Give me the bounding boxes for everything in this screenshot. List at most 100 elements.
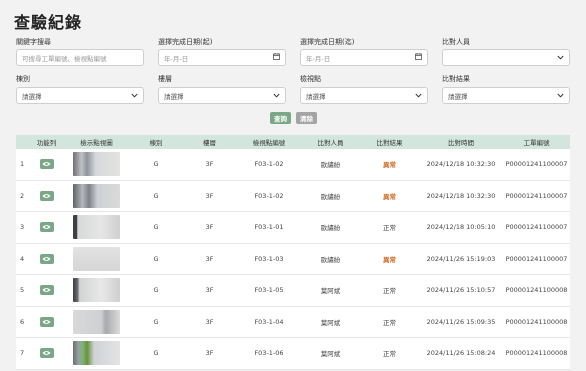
chevron-down-icon <box>415 92 422 100</box>
checkpoint-thumbnail[interactable] <box>73 215 120 240</box>
cell-building: G <box>153 349 159 358</box>
cell-time: 2024/11/26 15:09:35 <box>426 317 496 326</box>
col-header-view: 檢示點視圖 <box>80 139 113 147</box>
date-end-placeholder: 年-月-日 <box>306 54 331 63</box>
cell-result: 正常 <box>383 224 396 233</box>
cell-building: G <box>153 254 159 263</box>
keyword-label: 關鍵字搜尋 <box>16 38 51 46</box>
search-button[interactable]: 查詢 <box>270 112 291 124</box>
clear-button[interactable]: 清除 <box>296 112 317 124</box>
col-header-result: 比對結果 <box>376 139 403 147</box>
checkpoint-thumbnail[interactable] <box>73 278 120 303</box>
cell-result: 正常 <box>383 318 396 327</box>
row-index: 5 <box>20 286 25 295</box>
cell-person: 葉阿斌 <box>320 350 341 359</box>
cell-time: 2024/12/18 10:32:30 <box>426 160 496 169</box>
person-select[interactable] <box>442 49 570 66</box>
cell-order: P00001241100008 <box>505 286 568 295</box>
floor-label: 樓層 <box>158 75 172 83</box>
col-header-floor: 樓層 <box>203 139 216 147</box>
date-end-label: 選擇完成日期(迄) <box>300 38 355 46</box>
eye-icon[interactable] <box>39 159 54 170</box>
date-start-label: 選擇完成日期(起) <box>158 38 213 46</box>
cell-checkpoint: F03-1-02 <box>254 191 284 200</box>
floor-value: 請選擇 <box>164 92 184 101</box>
cell-result: 異常 <box>383 161 396 170</box>
cell-building: G <box>153 286 159 295</box>
cell-floor: 3F <box>205 349 214 358</box>
keyword-input[interactable]: 可搜尋工單編號、檢視點編號 <box>16 49 144 66</box>
cell-checkpoint: F03-1-06 <box>254 349 284 358</box>
floor-select[interactable]: 請選擇 <box>158 87 286 104</box>
cell-order: P00001241100007 <box>505 191 568 200</box>
cell-result: 正常 <box>383 287 396 296</box>
col-header-building: 棟別 <box>149 139 163 147</box>
cell-floor: 3F <box>205 160 214 169</box>
eye-icon[interactable] <box>39 316 54 327</box>
cell-person: 歐繡紛 <box>320 161 341 170</box>
table-row: 4 G 3F F03-1-03 歐繡紛 異常 2024/11/26 15:19:… <box>16 243 570 275</box>
cell-floor: 3F <box>205 191 214 200</box>
cell-person: 葉阿斌 <box>320 287 341 296</box>
row-index: 1 <box>20 160 25 169</box>
calendar-icon[interactable] <box>415 53 422 62</box>
cell-result: 正常 <box>383 350 396 359</box>
table-header: 功能列 檢示點視圖 棟別 樓層 檢視點編號 比對人員 比對結果 比對時間 工單編… <box>16 135 570 149</box>
building-label: 棟別 <box>16 75 30 83</box>
building-select[interactable]: 請選擇 <box>16 87 144 104</box>
checkpoint-select[interactable]: 請選擇 <box>300 87 428 104</box>
checkpoint-thumbnail[interactable] <box>73 309 120 334</box>
table-row: 6 G 3F F03-1-04 葉阿斌 正常 2024/11/26 15:09:… <box>16 306 570 338</box>
table-row: 2 G 3F F03-1-02 歐繡紛 異常 2024/12/18 10:32:… <box>16 180 570 212</box>
chevron-down-icon <box>131 92 138 100</box>
chevron-down-icon <box>273 92 280 100</box>
date-start-input[interactable]: 年-月-日 <box>158 49 286 66</box>
col-header-order: 工單編號 <box>523 139 550 147</box>
eye-icon[interactable] <box>39 190 54 201</box>
eye-icon[interactable] <box>39 222 54 233</box>
eye-icon[interactable] <box>39 348 54 359</box>
cell-floor: 3F <box>205 286 214 295</box>
checkpoint-thumbnail[interactable] <box>73 183 120 208</box>
cell-checkpoint: F03-1-03 <box>254 254 284 263</box>
cell-order: P00001241100007 <box>505 223 568 232</box>
eye-icon[interactable] <box>39 253 54 264</box>
date-end-input[interactable]: 年-月-日 <box>300 49 428 66</box>
calendar-icon[interactable] <box>273 53 280 62</box>
cell-floor: 3F <box>205 254 214 263</box>
cell-time: 2024/11/26 15:08:24 <box>426 349 496 358</box>
cell-floor: 3F <box>205 223 214 232</box>
cell-person: 歐繡紛 <box>320 192 341 201</box>
eye-icon[interactable] <box>39 285 54 296</box>
cell-order: P00001241100007 <box>505 254 568 263</box>
cell-person: 葉阿斌 <box>320 318 341 327</box>
checkpoint-label: 檢視點 <box>300 75 321 83</box>
checkpoint-thumbnail[interactable] <box>73 152 120 177</box>
cell-building: G <box>153 191 159 200</box>
cell-time: 2024/12/18 10:05:10 <box>426 223 496 232</box>
cell-order: P00001241100007 <box>505 160 568 169</box>
checkpoint-thumbnail[interactable] <box>73 246 120 271</box>
checkpoint-thumbnail[interactable] <box>73 341 120 366</box>
table-row: 7 G 3F F03-1-06 葉阿斌 正常 2024/11/26 15:08:… <box>16 338 570 370</box>
row-index: 4 <box>20 254 25 263</box>
person-label: 比對人員 <box>442 38 470 46</box>
chevron-down-icon <box>557 92 564 100</box>
cell-person: 歐繡紛 <box>320 224 341 233</box>
cell-time: 2024/12/18 10:32:30 <box>426 191 496 200</box>
cell-building: G <box>153 160 159 169</box>
result-select[interactable]: 請選擇 <box>442 87 570 104</box>
cell-checkpoint: F03-1-02 <box>254 160 284 169</box>
row-index: 3 <box>20 223 25 232</box>
cell-order: P00001241100008 <box>505 349 568 358</box>
page-title: 查驗紀錄 <box>14 13 83 32</box>
cell-order: P00001241100008 <box>505 317 568 326</box>
cell-result: 異常 <box>383 192 396 201</box>
col-header-checkpoint: 檢視點編號 <box>252 139 286 147</box>
row-index: 6 <box>20 317 25 326</box>
cell-building: G <box>153 223 159 232</box>
result-value: 請選擇 <box>448 92 468 101</box>
cell-checkpoint: F03-1-05 <box>254 286 284 295</box>
table-row: 5 G 3F F03-1-05 葉阿斌 正常 2024/11/26 15:10:… <box>16 275 570 307</box>
keyword-placeholder: 可搜尋工單編號、檢視點編號 <box>22 54 107 63</box>
